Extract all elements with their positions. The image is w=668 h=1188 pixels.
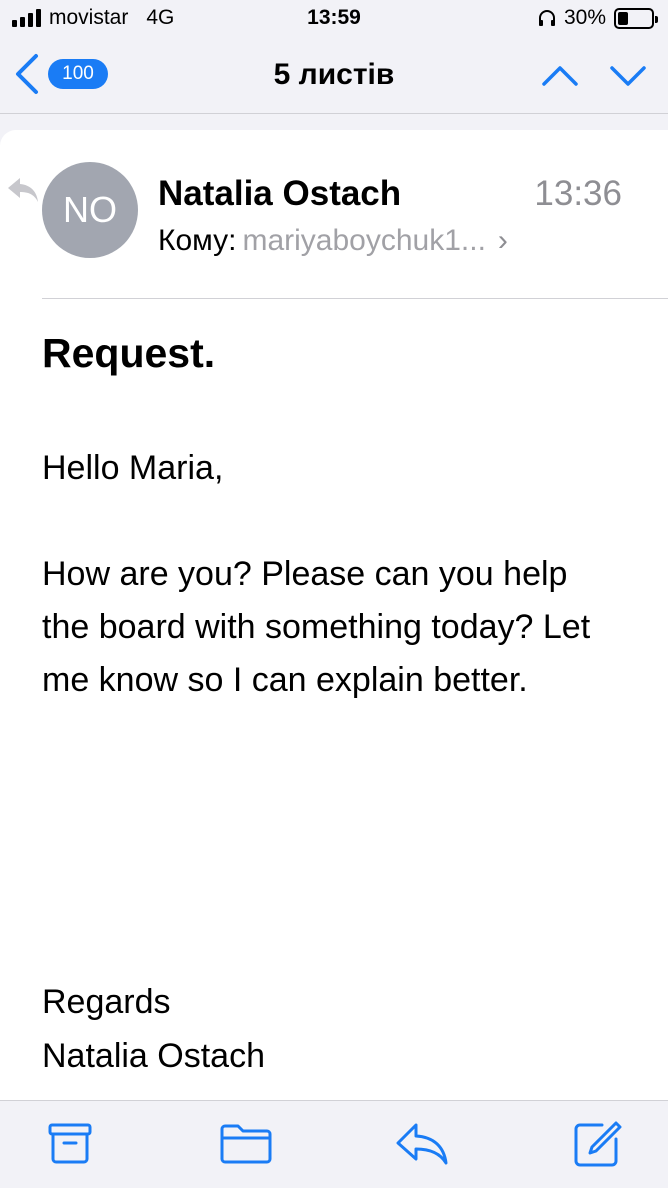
header-divider (42, 298, 668, 299)
archive-icon[interactable] (46, 1119, 94, 1167)
compose-icon[interactable] (572, 1119, 624, 1169)
headphones-icon (538, 10, 555, 26)
sender-name[interactable]: Natalia Ostach (158, 174, 401, 214)
email-regards: Regards (42, 983, 171, 1021)
email-message: How are you? Please can you help the boa… (42, 555, 591, 699)
bottom-toolbar (0, 1100, 668, 1188)
email-subject: Request. (42, 330, 216, 376)
chevron-down-icon[interactable] (608, 56, 648, 96)
chevron-up-icon[interactable] (540, 56, 580, 96)
recipients-row[interactable]: Кому: mariyaboychuk1... › (158, 224, 508, 258)
status-bar: movistar 4G 13:59 30% (0, 0, 668, 38)
folder-icon[interactable] (218, 1119, 274, 1167)
email-signature: Natalia Ostach (42, 1037, 265, 1075)
battery-icon (614, 7, 658, 29)
chevron-right-icon: › (497, 224, 508, 257)
avatar[interactable]: NO (42, 162, 138, 258)
email-greeting: Hello Maria, (42, 449, 224, 487)
battery-percent: 30% (563, 6, 606, 29)
status-right: 30% (538, 6, 658, 30)
battery-fill (618, 11, 628, 25)
email-time: 13:36 (534, 174, 622, 213)
reply-icon[interactable] (394, 1119, 450, 1167)
nav-arrows (540, 56, 648, 96)
to-label: Кому: (158, 224, 237, 257)
recipient-address: mariyaboychuk1... (242, 224, 486, 257)
navigation-bar: 100 5 листів (0, 38, 668, 114)
avatar-initials: NO (63, 189, 117, 230)
replied-icon (8, 178, 38, 202)
